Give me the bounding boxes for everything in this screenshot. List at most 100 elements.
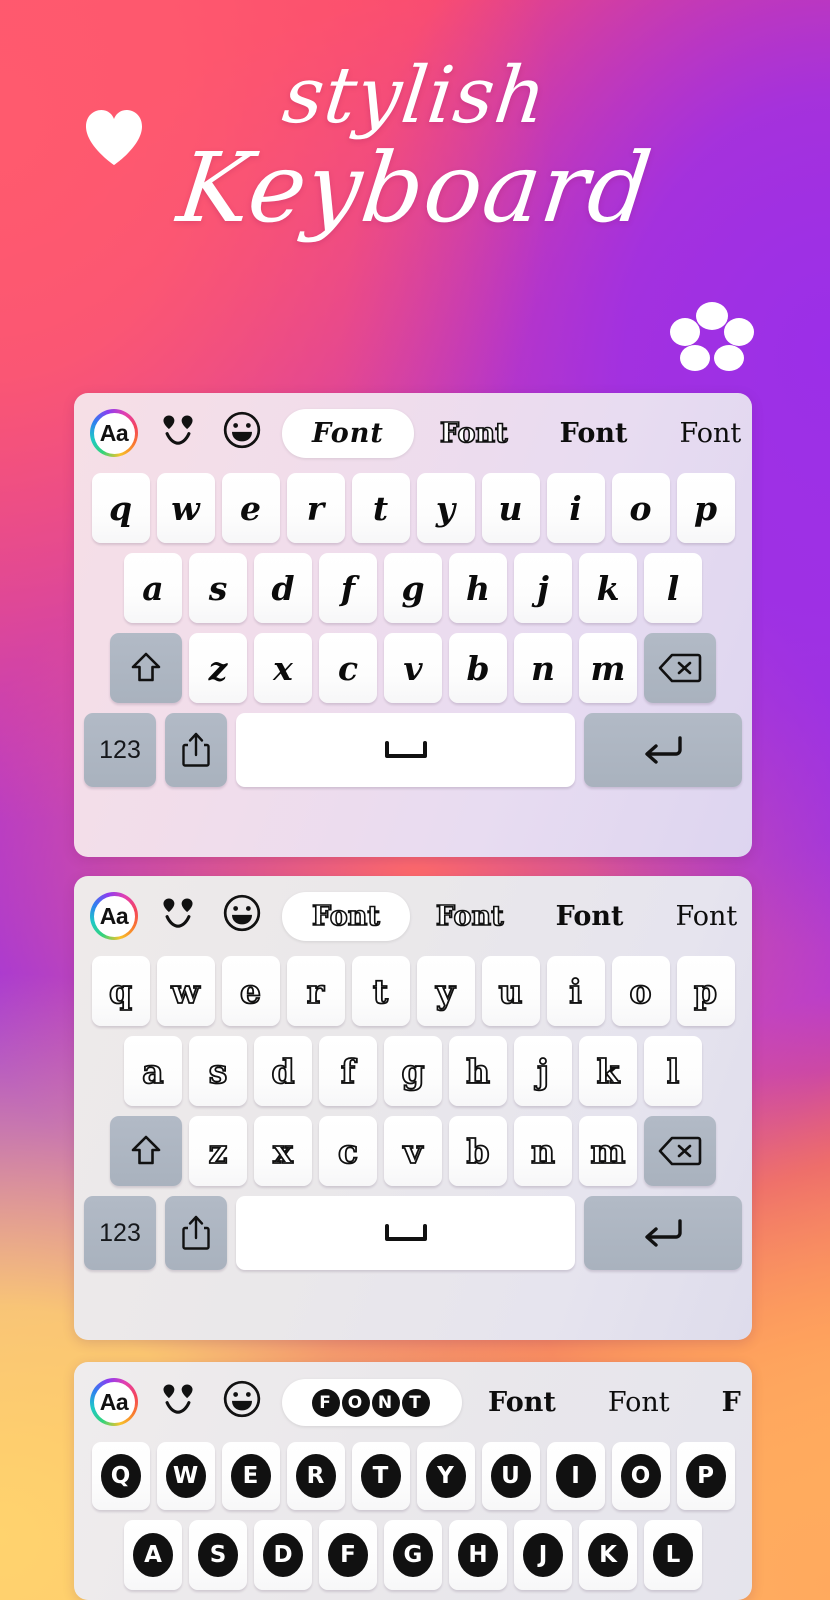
- key[interactable]: t: [351, 473, 410, 543]
- grinning-face-icon[interactable]: [222, 410, 268, 456]
- key[interactable]: e: [221, 473, 280, 543]
- font-chip[interactable]: Font: [414, 408, 534, 459]
- key-row-4[interactable]: 123: [82, 1196, 744, 1270]
- key[interactable]: r: [286, 956, 345, 1026]
- shift-arrow-icon[interactable]: [110, 633, 182, 703]
- key[interactable]: D: [254, 1520, 312, 1590]
- font-chip[interactable]: Font: [534, 408, 654, 459]
- key[interactable]: h: [449, 1036, 507, 1106]
- numbers-key[interactable]: 123: [84, 1196, 156, 1270]
- key[interactable]: y: [416, 956, 475, 1026]
- font-chip[interactable]: Font: [462, 1377, 582, 1428]
- key[interactable]: z: [189, 633, 247, 703]
- key[interactable]: i: [546, 956, 605, 1026]
- heart-eyes-face-icon[interactable]: [158, 1379, 204, 1425]
- key[interactable]: I: [546, 1442, 605, 1510]
- backspace-icon[interactable]: [644, 1116, 716, 1186]
- key[interactable]: h: [449, 553, 507, 623]
- key[interactable]: i: [546, 473, 605, 543]
- key-row-4[interactable]: 123: [82, 713, 744, 787]
- key[interactable]: H: [449, 1520, 507, 1590]
- key[interactable]: O: [611, 1442, 670, 1510]
- key[interactable]: Y: [416, 1442, 475, 1510]
- keyboard-panel-script[interactable]: Aa Font Font Font Font q w e r t y u i o…: [74, 393, 752, 857]
- key[interactable]: d: [254, 1036, 312, 1106]
- key[interactable]: l: [644, 1036, 702, 1106]
- font-chip-list[interactable]: FONT Font Font F: [282, 1377, 752, 1428]
- font-chip-selected[interactable]: Font: [282, 408, 414, 458]
- key[interactable]: n: [514, 633, 572, 703]
- key[interactable]: L: [644, 1520, 702, 1590]
- font-picker-button[interactable]: Aa: [90, 892, 138, 940]
- key[interactable]: K: [579, 1520, 637, 1590]
- key[interactable]: E: [221, 1442, 280, 1510]
- key[interactable]: g: [384, 553, 442, 623]
- font-chip-list[interactable]: Font Font Font Font: [282, 408, 752, 459]
- key[interactable]: f: [319, 553, 377, 623]
- grinning-face-icon[interactable]: [222, 893, 268, 939]
- font-picker-button[interactable]: Aa: [90, 1378, 138, 1426]
- font-chip-selected[interactable]: Font: [282, 891, 410, 941]
- key-row-2[interactable]: a s d f g h j k l: [82, 553, 744, 623]
- font-chip[interactable]: Font: [653, 408, 752, 459]
- key[interactable]: a: [124, 553, 182, 623]
- key[interactable]: y: [416, 473, 475, 543]
- grinning-face-icon[interactable]: [222, 1379, 268, 1425]
- key[interactable]: g: [384, 1036, 442, 1106]
- key[interactable]: z: [189, 1116, 247, 1186]
- key[interactable]: A: [124, 1520, 182, 1590]
- key[interactable]: n: [514, 1116, 572, 1186]
- key[interactable]: m: [579, 1116, 637, 1186]
- key-row-3[interactable]: z x c v b n m: [82, 1116, 744, 1186]
- key[interactable]: l: [644, 553, 702, 623]
- heart-eyes-face-icon[interactable]: [158, 410, 204, 456]
- space-bar-icon[interactable]: [236, 1196, 575, 1270]
- key[interactable]: x: [254, 1116, 312, 1186]
- key[interactable]: S: [189, 1520, 247, 1590]
- key[interactable]: R: [286, 1442, 345, 1510]
- key-row-3[interactable]: z x c v b n m: [82, 633, 744, 703]
- font-chip[interactable]: Font: [582, 1377, 696, 1428]
- enter-return-icon[interactable]: [584, 713, 742, 787]
- key[interactable]: F: [319, 1520, 377, 1590]
- font-chip[interactable]: Font: [410, 891, 530, 942]
- key[interactable]: v: [384, 1116, 442, 1186]
- shift-arrow-icon[interactable]: [110, 1116, 182, 1186]
- key[interactable]: q: [91, 473, 150, 543]
- key-row-2[interactable]: a s d f g h j k l: [82, 1036, 744, 1106]
- key-row-1[interactable]: Q W E R T Y U I O P: [82, 1442, 744, 1510]
- key-row-2[interactable]: A S D F G H J K L: [82, 1520, 744, 1590]
- key[interactable]: a: [124, 1036, 182, 1106]
- font-picker-button[interactable]: Aa: [90, 409, 138, 457]
- key[interactable]: W: [156, 1442, 215, 1510]
- key[interactable]: Q: [91, 1442, 150, 1510]
- font-chip[interactable]: F: [696, 1377, 752, 1428]
- keyboard-toolbar[interactable]: Aa FONT Font Font F: [74, 1362, 752, 1442]
- keyboard-rows[interactable]: Q W E R T Y U I O P A S D F G H J K L: [74, 1442, 752, 1600]
- key[interactable]: s: [189, 1036, 247, 1106]
- key[interactable]: d: [254, 553, 312, 623]
- share-icon[interactable]: [165, 1196, 227, 1270]
- key[interactable]: k: [579, 1036, 637, 1106]
- key[interactable]: k: [579, 553, 637, 623]
- key[interactable]: T: [351, 1442, 410, 1510]
- key[interactable]: c: [319, 1116, 377, 1186]
- key[interactable]: s: [189, 553, 247, 623]
- key[interactable]: j: [514, 1036, 572, 1106]
- key[interactable]: x: [254, 633, 312, 703]
- enter-return-icon[interactable]: [584, 1196, 742, 1270]
- numbers-key[interactable]: 123: [84, 713, 156, 787]
- key[interactable]: r: [286, 473, 345, 543]
- keyboard-panel-outline[interactable]: Aa Font Font Font Font q w e r t y u i o…: [74, 876, 752, 1340]
- key[interactable]: u: [481, 956, 540, 1026]
- key[interactable]: c: [319, 633, 377, 703]
- key[interactable]: f: [319, 1036, 377, 1106]
- key[interactable]: e: [221, 956, 280, 1026]
- key[interactable]: o: [611, 956, 670, 1026]
- font-chip-selected[interactable]: FONT: [282, 1378, 462, 1426]
- key[interactable]: w: [156, 956, 215, 1026]
- key[interactable]: o: [611, 473, 670, 543]
- space-bar-icon[interactable]: [236, 713, 575, 787]
- font-chip[interactable]: Font: [649, 891, 752, 942]
- key[interactable]: w: [156, 473, 215, 543]
